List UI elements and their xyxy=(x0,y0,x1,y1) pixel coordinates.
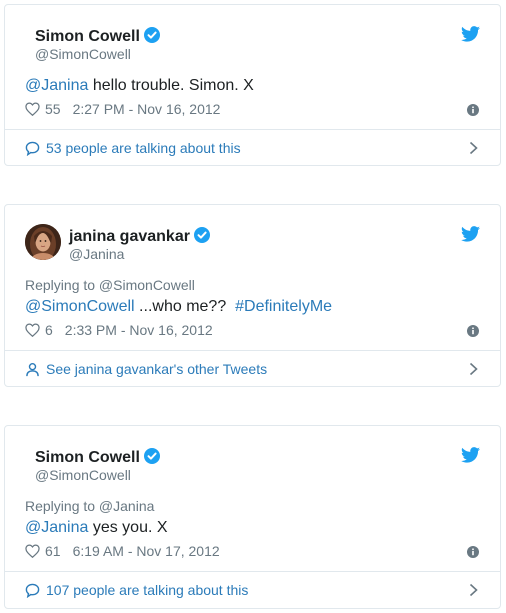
conversation-link[interactable]: 107 people are talking about this xyxy=(25,579,480,601)
tweet-meta: 55 2:27 PM - Nov 16, 2012 xyxy=(25,101,220,117)
heart-icon[interactable] xyxy=(25,323,40,337)
author-name[interactable]: Simon Cowell xyxy=(35,448,160,467)
author-handle[interactable]: @Janina xyxy=(69,246,124,262)
tweet-body: ...who me?? xyxy=(134,298,236,315)
tweet-timestamp[interactable]: 2:27 PM - Nov 16, 2012 xyxy=(73,101,221,117)
tweet-body: hello trouble. Simon. X xyxy=(88,77,254,94)
replying-to[interactable]: Replying to @Janina xyxy=(25,498,154,514)
footer-label[interactable]: See janina gavankar's other Tweets xyxy=(46,361,267,377)
info-icon[interactable] xyxy=(467,104,479,116)
heart-icon[interactable] xyxy=(25,102,40,116)
info-icon[interactable] xyxy=(467,546,479,558)
replying-to[interactable]: Replying to @SimonCowell xyxy=(25,277,195,293)
tweet-meta: 6 2:33 PM - Nov 16, 2012 xyxy=(25,322,213,338)
hashtag-link[interactable]: #DefinitelyMe xyxy=(235,298,332,315)
chevron-right-icon[interactable] xyxy=(469,362,478,376)
author-name-text[interactable]: janina gavankar xyxy=(69,228,190,245)
tweet-card[interactable]: Simon Cowell @SimonCowell Replying to @J… xyxy=(4,425,501,609)
divider xyxy=(5,571,500,572)
tweet-meta: 61 6:19 AM - Nov 17, 2012 xyxy=(25,543,220,559)
author-handle[interactable]: @SimonCowell xyxy=(35,46,131,62)
author-name[interactable]: Simon Cowell xyxy=(35,27,160,46)
tweet-text: @Janina hello trouble. Simon. X xyxy=(25,77,254,95)
footer-label[interactable]: 53 people are talking about this xyxy=(46,140,241,156)
other-tweets-link[interactable]: See janina gavankar's other Tweets xyxy=(25,358,480,380)
tweet-text: @Janina yes you. X xyxy=(25,519,168,537)
avatar[interactable] xyxy=(25,224,61,260)
verified-badge-icon xyxy=(193,227,210,243)
author-handle[interactable]: @SimonCowell xyxy=(35,467,131,483)
twitter-bird-icon[interactable] xyxy=(461,26,480,42)
tweet-card[interactable]: janina gavankar @Janina Replying to @Sim… xyxy=(4,204,501,387)
twitter-bird-icon[interactable] xyxy=(461,226,480,242)
author-name[interactable]: janina gavankar xyxy=(69,227,210,246)
like-count[interactable]: 6 xyxy=(45,322,53,338)
mention-link[interactable]: @SimonCowell xyxy=(25,298,135,315)
author-name-text[interactable]: Simon Cowell xyxy=(35,28,140,45)
tweet-text: @SimonCowell ...who me?? #DefinitelyMe xyxy=(25,298,332,316)
footer-label[interactable]: 107 people are talking about this xyxy=(46,582,248,598)
chevron-right-icon[interactable] xyxy=(469,583,478,597)
mention-link[interactable]: @Janina xyxy=(25,519,88,536)
heart-icon[interactable] xyxy=(25,544,40,558)
like-count[interactable]: 61 xyxy=(45,543,61,559)
tweet-body: yes you. X xyxy=(88,519,168,536)
info-icon[interactable] xyxy=(467,325,479,337)
tweet-card[interactable]: Simon Cowell @SimonCowell @Janina hello … xyxy=(4,4,501,166)
person-icon xyxy=(26,362,39,376)
speech-bubble-icon xyxy=(25,583,40,598)
divider xyxy=(5,129,500,130)
mention-link[interactable]: @Janina xyxy=(25,77,88,94)
chevron-right-icon[interactable] xyxy=(469,141,478,155)
tweet-timestamp[interactable]: 6:19 AM - Nov 17, 2012 xyxy=(73,543,220,559)
like-count[interactable]: 55 xyxy=(45,101,61,117)
avatar-image xyxy=(25,224,61,260)
verified-badge-icon xyxy=(143,27,160,43)
author-name-text[interactable]: Simon Cowell xyxy=(35,449,140,466)
verified-badge-icon xyxy=(143,448,160,464)
twitter-bird-icon[interactable] xyxy=(461,447,480,463)
divider xyxy=(5,350,500,351)
tweet-timestamp[interactable]: 2:33 PM - Nov 16, 2012 xyxy=(65,322,213,338)
conversation-link[interactable]: 53 people are talking about this xyxy=(25,137,480,159)
speech-bubble-icon xyxy=(25,141,40,156)
